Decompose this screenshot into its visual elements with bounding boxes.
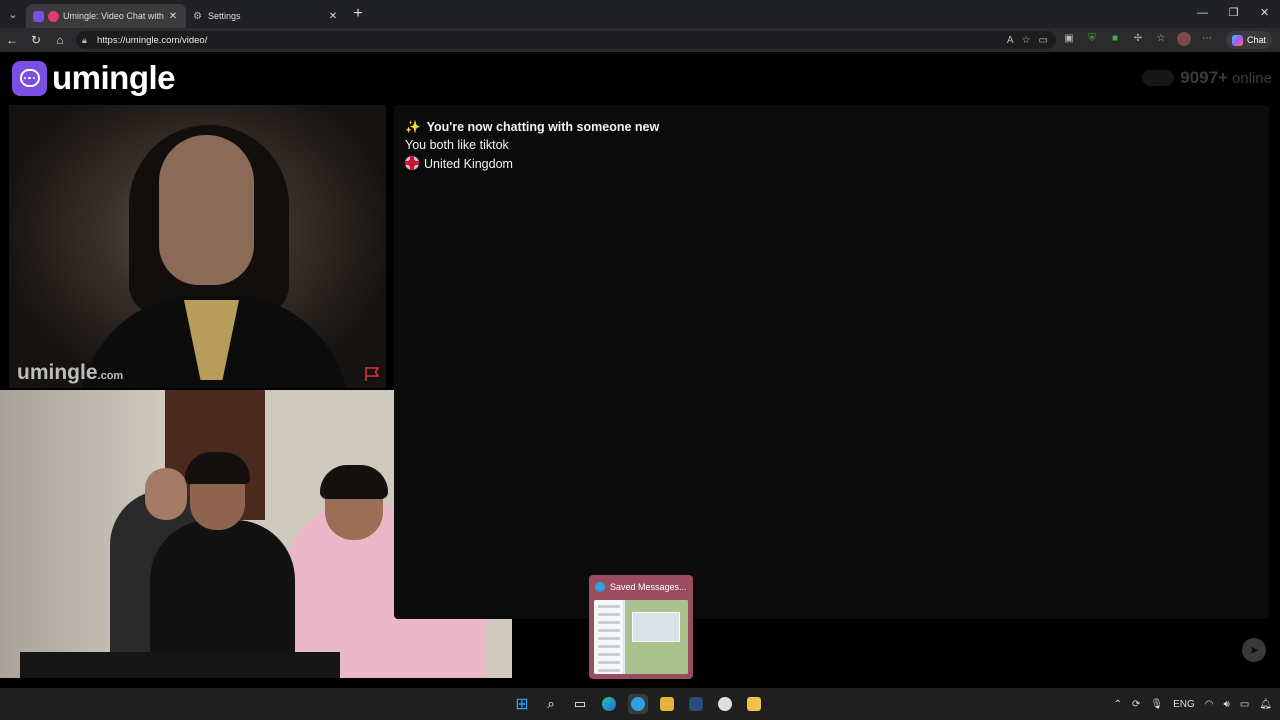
lock-icon[interactable]: 🔒︎ [82, 35, 92, 46]
uk-flag-icon [405, 156, 419, 170]
profile-avatar[interactable] [1177, 32, 1191, 46]
telegram-taskbar-icon[interactable] [628, 694, 648, 714]
chat-interests-message: You both like tiktok [405, 138, 509, 152]
taskbar-window-preview[interactable]: Saved Messages... [589, 575, 693, 679]
tab-title: Settings [208, 11, 241, 21]
tab-settings[interactable]: ⚙ Settings ✕ [186, 4, 346, 28]
task-view-icon[interactable]: ▭ [570, 694, 590, 714]
read-aloud-icon[interactable]: A [1007, 35, 1014, 46]
umingle-favicon-icon [33, 10, 44, 22]
chat-bubble-icon [12, 60, 47, 96]
file-explorer-icon[interactable] [744, 694, 764, 714]
site-logo[interactable]: umingle [12, 59, 176, 97]
restore-icon[interactable]: ❐ [1218, 0, 1249, 28]
browser-tab-strip: ⌄ Umingle: Video Chat with Str ✕ ⚙ Setti… [0, 0, 1280, 28]
obs-icon[interactable] [715, 694, 735, 714]
minimize-icon[interactable]: — [1187, 0, 1218, 28]
wifi-icon[interactable]: ◠ [1205, 699, 1214, 710]
online-count: 9097+ [1180, 68, 1228, 87]
gear-icon: ⚙ [193, 10, 202, 22]
home-icon[interactable]: ⌂ [48, 33, 72, 47]
new-tab-button[interactable]: + [346, 5, 370, 23]
system-tray: ⌃ ⟳ 🎙︎ ENG ◠ 🔊︎ ▭ 🔔︎ [1114, 688, 1272, 720]
logo-text: umingle [52, 59, 176, 96]
notification-bell-icon[interactable]: 🔔︎ [1259, 699, 1272, 710]
copilot-label: Chat [1246, 35, 1266, 45]
sparkles-icon: ✨ [405, 120, 421, 134]
davinci-resolve-icon[interactable] [686, 694, 706, 714]
favorites-icon[interactable]: ☆ [1154, 32, 1168, 46]
windows-start-icon[interactable]: ⊞ [512, 694, 532, 714]
search-icon[interactable]: ⌕ [541, 694, 561, 714]
copilot-icon [1231, 34, 1243, 46]
favorite-star-icon[interactable]: ☆ [1022, 35, 1031, 46]
report-flag-icon[interactable] [363, 366, 381, 382]
recording-indicator-icon [48, 10, 59, 22]
microphone-icon[interactable]: 🎙︎ [1150, 699, 1163, 710]
windows-taskbar: ⊞ ⌕ ▭ ⌃ ⟳ 🎙︎ ENG ◠ 🔊︎ ▭ 🔔︎ [0, 688, 1280, 720]
window-controls: — ❐ ✕ [1187, 0, 1280, 28]
copilot-chat-button[interactable]: Chat [1225, 31, 1272, 49]
video-watermark: umingle.com [17, 361, 124, 384]
chat-country-message: United Kingdom [405, 156, 513, 171]
chat-panel: ✨ You're now chatting with someone new Yo… [394, 105, 1269, 619]
reload-icon[interactable]: ↻ [24, 33, 48, 47]
address-bar[interactable]: 🔒︎ https://umingle.com/video/ A ☆ ▭ [76, 31, 1056, 49]
shield-icon[interactable]: ⛨ [1085, 32, 1099, 46]
battery-icon[interactable]: ▭ [1240, 699, 1249, 710]
extension-icon[interactable]: ▣ [1062, 32, 1076, 46]
close-window-icon[interactable]: ✕ [1249, 0, 1280, 28]
preview-title: Saved Messages... [595, 582, 687, 592]
browser-toolbar: ← ↻ ⌂ 🔒︎ https://umingle.com/video/ A ☆ … [0, 28, 1280, 52]
extension-icon[interactable]: ■ [1108, 32, 1122, 46]
stranger-video: umingle.com [9, 105, 386, 388]
app-icon[interactable] [657, 694, 677, 714]
sync-icon[interactable]: ⟳ [1132, 699, 1140, 710]
camera-icon[interactable]: ▭ [1039, 35, 1048, 46]
extensions-area: ▣ ⛨ ■ ✢ ☆ ⋯ [1062, 32, 1214, 46]
language-indicator[interactable]: ENG [1173, 699, 1195, 710]
tab-actions-menu-icon[interactable]: ⌄ [0, 0, 26, 28]
url-text: https://umingle.com/video/ [97, 34, 208, 46]
close-tab-icon[interactable]: ✕ [167, 11, 179, 22]
preview-thumbnail [594, 600, 688, 674]
puzzle-icon[interactable]: ✢ [1131, 32, 1145, 46]
telegram-icon [595, 582, 605, 592]
online-toggle[interactable] [1142, 70, 1175, 86]
chat-intro-message: ✨ You're now chatting with someone new [405, 120, 660, 134]
tab-umingle[interactable]: Umingle: Video Chat with Str ✕ [26, 4, 186, 28]
volume-icon[interactable]: 🔊︎ [1224, 699, 1230, 710]
chevron-up-icon[interactable]: ⌃ [1114, 699, 1122, 710]
tab-title: Umingle: Video Chat with Str [63, 11, 167, 21]
close-tab-icon[interactable]: ✕ [327, 11, 339, 22]
online-counter: 9097+ online [1142, 68, 1272, 88]
send-icon[interactable]: ➤ [1242, 638, 1266, 662]
edge-browser-icon[interactable] [599, 694, 619, 714]
online-label: online [1231, 69, 1272, 87]
back-icon[interactable]: ← [0, 33, 24, 47]
more-menu-icon[interactable]: ⋯ [1200, 32, 1214, 46]
